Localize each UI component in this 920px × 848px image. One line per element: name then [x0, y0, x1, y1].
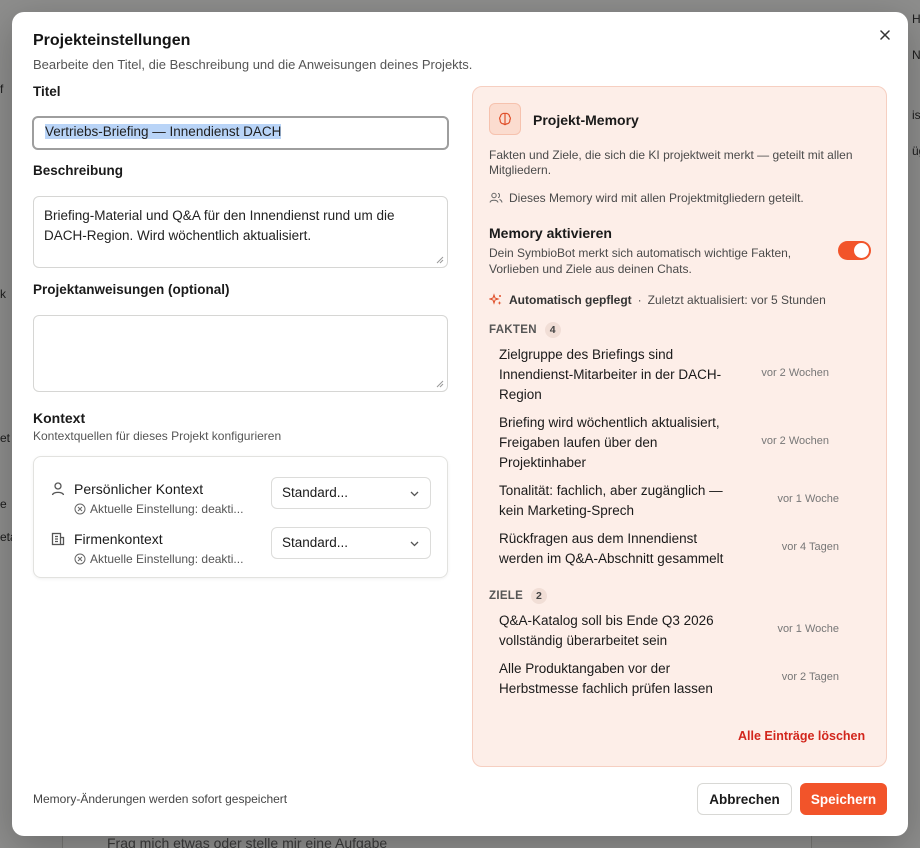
context-status: Aktuelle Einstellung: deakti... — [74, 552, 243, 566]
facts-heading: FAKTEN 4 — [489, 322, 561, 338]
memory-goal-item[interactable]: Alle Produktangaben vor der Herbstmesse … — [499, 659, 879, 699]
context-row-personal: Persönlicher Kontext Aktuelle Einstellun… — [34, 477, 447, 527]
memory-fact-text: Rückfragen aus dem Innendienst werden im… — [499, 531, 724, 566]
memory-activate-title: Memory aktivieren — [489, 225, 612, 241]
cancel-button[interactable]: Abbrechen — [697, 783, 792, 815]
context-sources-box: Persönlicher Kontext Aktuelle Einstellun… — [33, 456, 448, 578]
project-memory-panel: Projekt-Memory Fakten und Ziele, die sic… — [472, 86, 887, 767]
memory-fact-time: vor 2 Wochen — [761, 367, 829, 379]
instructions-textarea[interactable] — [33, 315, 448, 392]
memory-shared-note: Dieses Memory wird mit allen Projektmitg… — [489, 191, 804, 205]
goals-heading-text: ZIELE — [489, 590, 524, 602]
memory-fact-item[interactable]: Briefing wird wöchentlich aktualisiert, … — [499, 413, 879, 473]
close-button[interactable] — [876, 26, 894, 44]
memory-title: Projekt-Memory — [533, 112, 639, 128]
memory-description: Fakten und Ziele, die sich die KI projek… — [489, 148, 853, 177]
memory-shared-text: Dieses Memory wird mit allen Projektmitg… — [509, 191, 804, 205]
select-value: Standard... — [282, 485, 349, 500]
memory-fact-time: vor 4 Tagen — [781, 541, 839, 553]
title-input-value: Vertriebs-Briefing — Innendienst DACH — [45, 124, 282, 139]
disabled-circle-icon — [74, 503, 86, 515]
memory-fact-item[interactable]: Tonalität: fachlich, aber zugänglich — k… — [499, 481, 879, 521]
memory-fact-text: Briefing wird wöchentlich aktualisiert, … — [499, 415, 720, 470]
memory-updated-label: Zuletzt aktualisiert: vor 5 Stunden — [647, 293, 826, 307]
users-icon — [489, 192, 503, 203]
memory-goal-item[interactable]: Q&A-Katalog soll bis Ende Q3 2026 vollst… — [499, 611, 879, 651]
select-value: Standard... — [282, 535, 349, 550]
clear-all-entries-button[interactable]: Alle Einträge löschen — [738, 729, 865, 743]
dialog-title: Projekteinstellungen — [33, 32, 191, 49]
context-title: Kontext — [33, 410, 86, 426]
close-icon — [880, 30, 890, 40]
memory-auto-separator: · — [637, 293, 642, 307]
memory-goal-text: Q&A-Katalog soll bis Ende Q3 2026 vollst… — [499, 613, 714, 648]
resize-handle-icon[interactable] — [436, 256, 444, 264]
memory-fact-item[interactable]: Rückfragen aus dem Innendienst werden im… — [499, 529, 879, 569]
memory-activate-description: Dein SymbioBot merkt sich automatisch wi… — [489, 246, 792, 276]
context-status-text: Aktuelle Einstellung: deakti... — [90, 552, 244, 566]
memory-auto-label: Automatisch gepflegt — [509, 293, 632, 307]
company-context-select[interactable]: Standard... — [271, 527, 431, 559]
memory-badge — [489, 103, 521, 135]
goals-count-badge: 2 — [531, 588, 548, 604]
facts-heading-text: FAKTEN — [489, 324, 537, 336]
context-name: Firmenkontext — [74, 531, 163, 547]
chevron-down-icon — [410, 491, 419, 497]
memory-toggle[interactable] — [838, 241, 871, 260]
memory-auto-status: Automatisch gepflegt · Zuletzt aktualisi… — [489, 293, 826, 307]
title-label: Titel — [33, 84, 61, 99]
title-input[interactable]: Vertriebs-Briefing — Innendienst DACH — [32, 116, 449, 150]
context-subtitle: Kontextquellen für dieses Projekt konfig… — [33, 429, 282, 443]
project-settings-dialog: Projekteinstellungen Bearbeite den Titel… — [12, 12, 908, 836]
context-name: Persönlicher Kontext — [74, 481, 204, 497]
chevron-down-icon — [410, 541, 419, 547]
disabled-circle-icon — [74, 553, 86, 565]
memory-fact-time: vor 2 Wochen — [761, 435, 829, 447]
person-icon — [51, 482, 65, 496]
memory-fact-item[interactable]: Zielgruppe des Briefings sind Innendiens… — [499, 345, 879, 405]
memory-fact-text: Tonalität: fachlich, aber zugänglich — k… — [499, 483, 723, 518]
description-label: Beschreibung — [33, 163, 124, 178]
memory-fact-text: Zielgruppe des Briefings sind Innendiens… — [499, 347, 722, 402]
description-textarea[interactable]: Briefing-Material und Q&A für den Innend… — [33, 196, 448, 268]
memory-goal-text: Alle Produktangaben vor der Herbstmesse … — [499, 661, 713, 696]
resize-handle-icon[interactable] — [436, 380, 444, 388]
facts-count-badge: 4 — [544, 322, 561, 338]
dialog-subtitle: Bearbeite den Titel, die Beschreibung un… — [33, 57, 473, 72]
building-icon — [51, 532, 65, 546]
description-value: Briefing-Material und Q&A für den Innend… — [44, 208, 395, 243]
context-row-company: Firmenkontext Aktuelle Einstellung: deak… — [34, 527, 447, 577]
brain-icon — [499, 112, 511, 126]
instructions-label: Projektanweisungen (optional) — [33, 282, 230, 297]
goals-heading: ZIELE 2 — [489, 588, 548, 604]
sparkle-icon — [489, 293, 502, 305]
memory-goal-time: vor 1 Woche — [777, 623, 839, 635]
toggle-knob — [854, 243, 869, 258]
save-button[interactable]: Speichern — [800, 783, 887, 815]
context-status-text: Aktuelle Einstellung: deakti... — [90, 502, 244, 516]
memory-goal-time: vor 2 Tagen — [781, 671, 839, 683]
memory-fact-time: vor 1 Woche — [777, 493, 839, 505]
footer-note: Memory-Änderungen werden sofort gespeich… — [33, 792, 288, 806]
personal-context-select[interactable]: Standard... — [271, 477, 431, 509]
context-status: Aktuelle Einstellung: deakti... — [74, 502, 243, 516]
